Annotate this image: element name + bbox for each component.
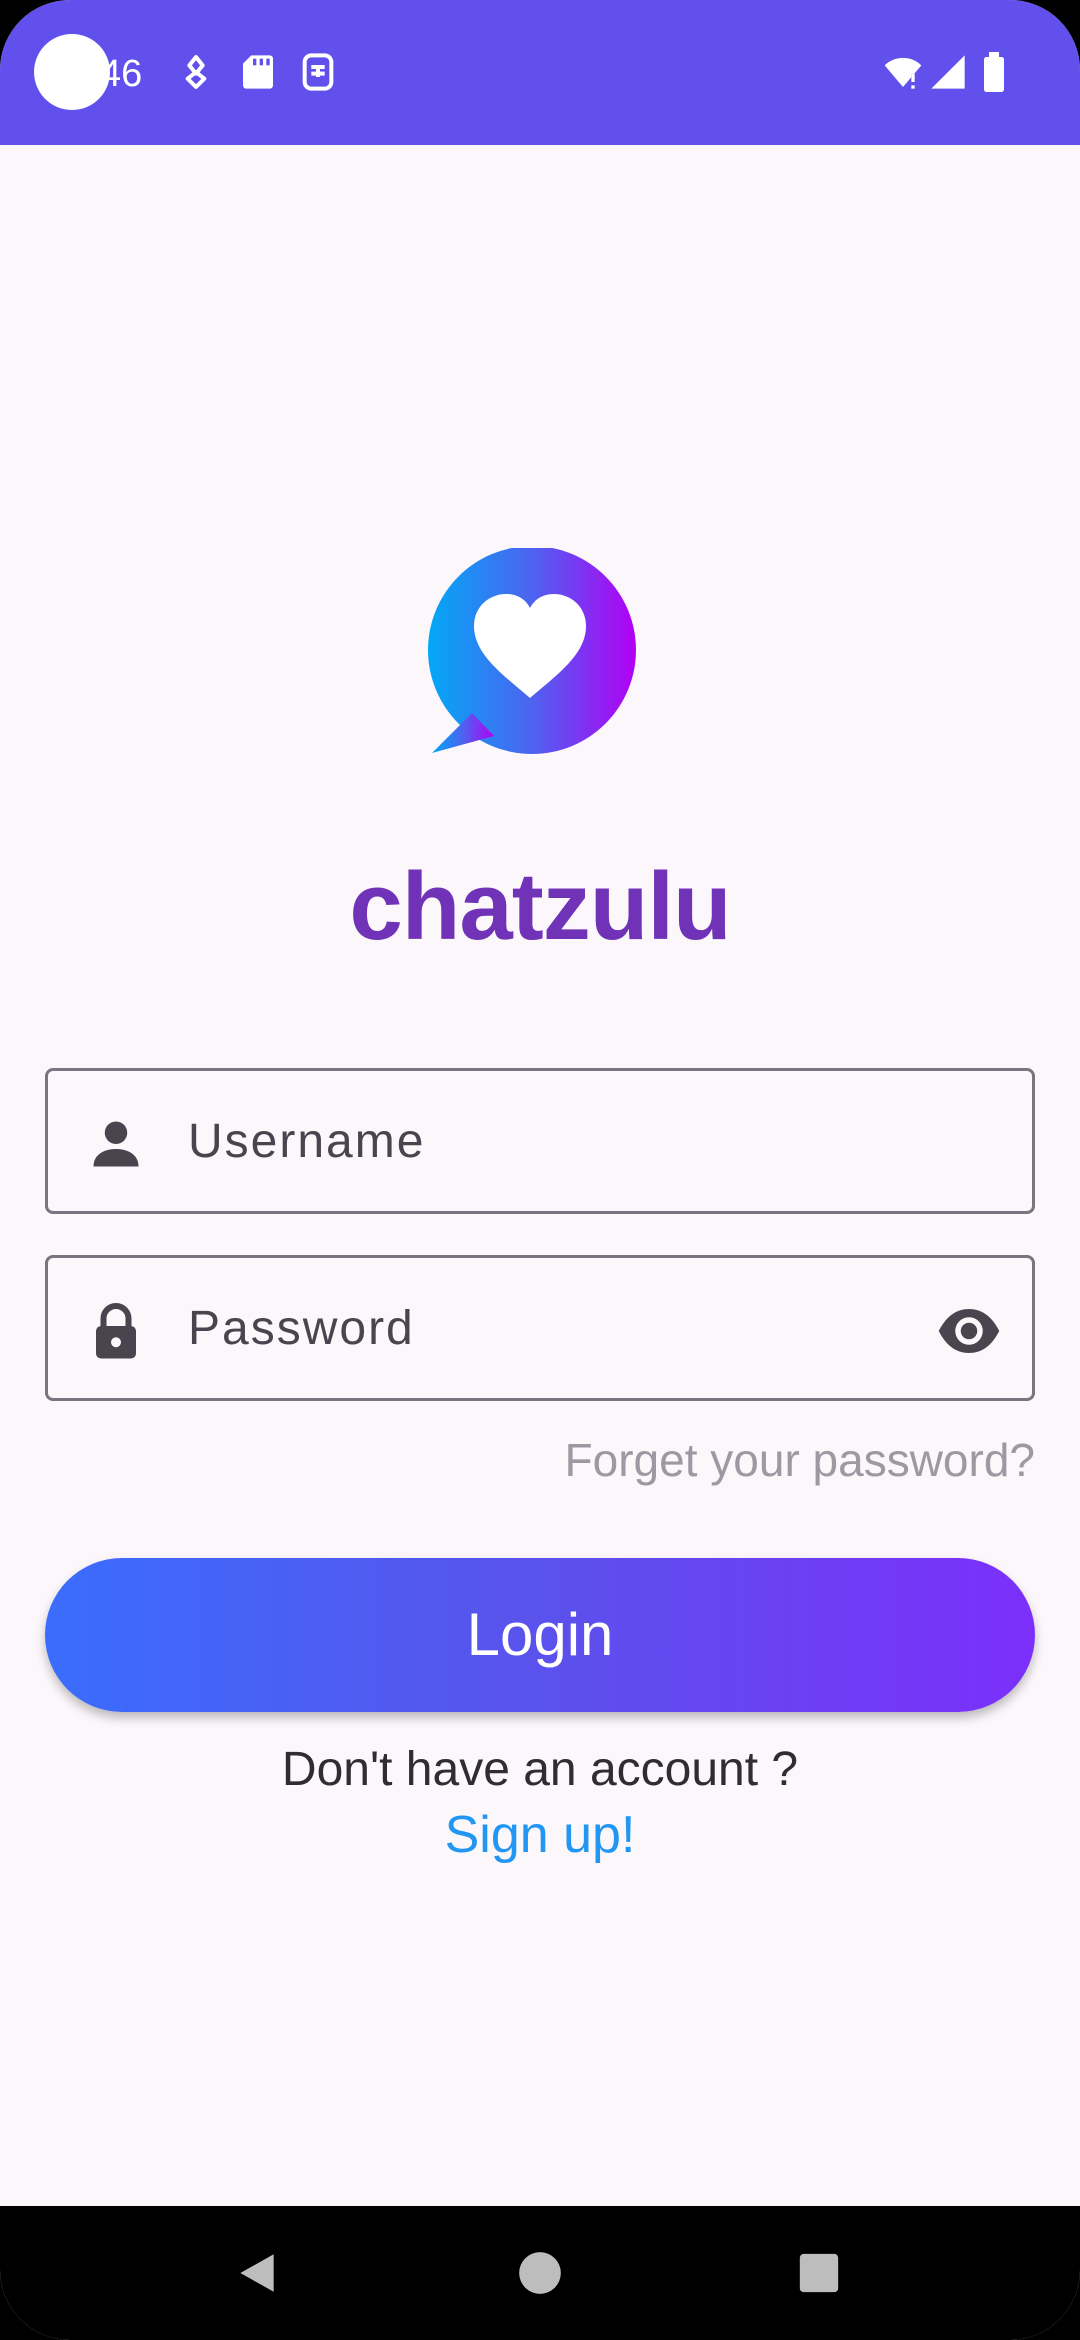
username-input[interactable]	[188, 1071, 948, 1211]
password-input[interactable]	[188, 1258, 948, 1398]
login-button[interactable]: Login	[45, 1558, 1035, 1712]
chat-bubble-heart-icon	[422, 548, 638, 758]
recents-icon[interactable]	[796, 2250, 842, 2296]
home-icon[interactable]	[515, 2248, 565, 2298]
back-icon[interactable]	[232, 2248, 282, 2298]
sim-icon	[298, 52, 338, 92]
no-account-text: Don't have an account ?	[281, 1743, 799, 1796]
eye-icon[interactable]	[936, 1298, 1002, 1364]
password-field[interactable]	[45, 1255, 1035, 1401]
wifi-icon	[880, 52, 926, 92]
lock-icon	[86, 1301, 146, 1361]
camera-cutout	[34, 34, 110, 110]
username-field[interactable]	[45, 1068, 1035, 1214]
status-bar: 46	[0, 0, 1080, 145]
battery-icon	[980, 52, 1008, 92]
signal-icon	[928, 52, 968, 92]
forgot-password-link[interactable]: Forget your password?	[565, 1432, 1035, 1488]
signup-link[interactable]: Sign up!	[0, 1804, 1080, 1866]
sd-card-icon	[238, 52, 278, 92]
person-icon	[86, 1114, 146, 1174]
login-screen: 46 chatzulu Username Forget your passwor…	[0, 0, 1080, 2340]
shape-icon	[176, 52, 216, 92]
navigation-bar	[0, 2206, 1080, 2340]
status-time: 46	[100, 53, 143, 95]
app-name: chatzulu	[349, 853, 731, 960]
